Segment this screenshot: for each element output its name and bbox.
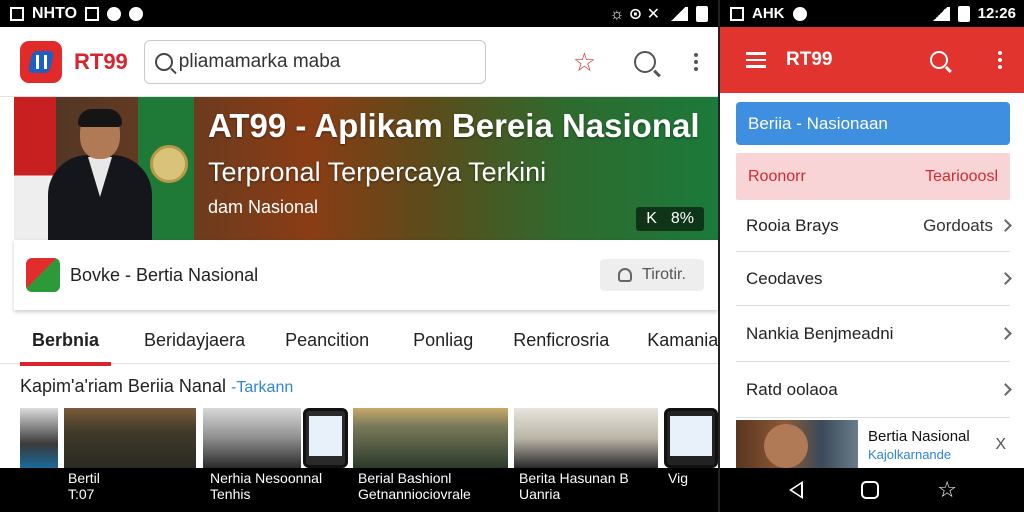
source-logo-icon [26, 258, 60, 292]
thumb-caption-2: Berial Bashionl Getnanniociovrale [358, 470, 471, 502]
image-notification-icon [730, 6, 744, 21]
thumb-caption-1: Nerhia Nesoonnal Tenhis [210, 470, 323, 502]
chevron-right-icon [999, 219, 1012, 232]
app-header: RT99 pliamamarka maba ☆ [0, 27, 718, 97]
news-card-image [736, 420, 858, 468]
tab-1[interactable]: Beridayjaera [144, 330, 245, 351]
menu-item-highlight[interactable]: Roonorr Teariooosl [736, 153, 1010, 200]
favorite-star-icon[interactable]: ☆ [573, 49, 596, 75]
search-icon [154, 52, 173, 71]
thumb-caption-0: Bertil T:07 [68, 470, 100, 502]
news-card-title: Bertia Nasional [868, 428, 970, 445]
source-card[interactable]: Bovke - Bertia Nasional Tirotir. [14, 240, 718, 310]
right-phone-screen: AHK 12:26 RT99 Beriia - Nasionaan Roonor… [718, 0, 1024, 512]
banner-caption: dam Nasional [208, 197, 319, 217]
news-thumb-2[interactable] [203, 408, 301, 468]
section-heading: Kapim'a'riam Beriia Nanal -Tarkann [20, 376, 293, 397]
home-icon[interactable] [861, 481, 880, 499]
menu-item-3[interactable]: Ratd oolaoa [736, 362, 1012, 418]
search-input[interactable]: pliamamarka maba [143, 39, 486, 84]
status-bar-right: AHK 12:26 [720, 0, 1024, 27]
status-time: 12:26 [977, 5, 1016, 22]
status-left-text: AHK [752, 5, 785, 22]
image-notification-icon [10, 6, 24, 21]
battery-icon [957, 5, 970, 22]
app-header-right: RT99 [720, 27, 1024, 93]
menu-item-selected[interactable]: Beriia - Nasionaan [736, 102, 1010, 145]
battery-icon [696, 5, 708, 22]
system-nav-bar: ☆ [720, 468, 1024, 512]
browser-icon [129, 6, 144, 21]
user-icon [618, 268, 633, 282]
back-icon[interactable] [789, 481, 804, 499]
tab-2[interactable]: Peancition [285, 330, 369, 351]
section-accent-link[interactable]: -Tarkann [231, 379, 293, 396]
gallery-icon [85, 6, 100, 21]
app-brand: RT99 [74, 48, 128, 74]
more-options-icon[interactable] [998, 51, 1002, 69]
settings-icon [107, 6, 122, 21]
menu-icon[interactable] [746, 52, 766, 68]
follow-button-label: Tirotir. [642, 266, 686, 283]
status-left-text: NHTO [32, 4, 78, 22]
highlight-right: Teariooosl [925, 167, 998, 185]
banner-subtitle: Terpronal Terpercaya Terkini [208, 157, 547, 187]
search-value: pliamamarka maba [178, 50, 341, 72]
left-phone-screen: NHTO ☼ ⊙ ✕ RT99 pliamamarka maba ☆ AT99 … [0, 0, 718, 512]
status-glyphs: ☼ ⊙ ✕ [609, 5, 660, 23]
speaker-photo [48, 109, 152, 240]
news-thumb-4[interactable] [514, 408, 658, 468]
wifi-icon [668, 6, 688, 21]
tab-4[interactable]: Renficrosria [513, 330, 609, 351]
hero-banner[interactable]: AT99 - Aplikam Bereia Nasional Terpronal… [14, 97, 718, 240]
thumb-caption-4: Vig [668, 470, 688, 486]
news-thumb-phone-2[interactable] [664, 408, 718, 468]
tab-3[interactable]: Ponliag [413, 330, 473, 351]
menu-item-2[interactable]: Nankia Benjmeadni [736, 306, 1012, 362]
tab-5[interactable]: Kamanian [647, 330, 718, 351]
app-brand: RT99 [786, 49, 833, 70]
source-title: Bovke - Bertia Nasional [70, 264, 259, 285]
section-title: Kapim'a'riam Beriia Nanal [20, 376, 226, 396]
mini-news-card[interactable]: Bertia Nasional Kajolkarnande X [736, 420, 1010, 468]
banner-chip[interactable]: K 8% [636, 207, 704, 231]
tab-0[interactable]: Berbnia [19, 330, 112, 366]
menu-item-0[interactable]: Rooia Brays Gordoats [736, 200, 1012, 252]
status-bar: NHTO ☼ ⊙ ✕ [0, 0, 718, 27]
menu-item-1[interactable]: Ceodaves [736, 252, 1012, 306]
chevron-right-icon [999, 383, 1012, 396]
chevron-right-icon [999, 272, 1012, 285]
banner-title: AT99 - Aplikam Bereia Nasional [208, 107, 700, 144]
news-thumb-phone[interactable] [303, 408, 348, 468]
chip-right: 8% [670, 210, 694, 227]
search-button-icon[interactable] [634, 50, 656, 73]
star-icon[interactable]: ☆ [937, 479, 957, 501]
thumb-caption-3: Berita Hasunan B Uanria [519, 470, 629, 502]
more-options-icon[interactable] [694, 52, 698, 71]
alarm-icon [792, 6, 807, 21]
news-card-subtitle: Kajolkarnande [868, 447, 952, 462]
chip-left: K [646, 210, 657, 227]
highlight-left: Roonorr [748, 167, 806, 185]
category-tabs: Berbnia Beridayjaera Peancition Ponliag … [0, 318, 718, 366]
follow-button[interactable]: Tirotir. [600, 259, 704, 291]
search-icon[interactable] [930, 51, 948, 69]
chevron-right-icon [999, 327, 1012, 340]
news-thumb-0[interactable] [20, 408, 58, 468]
close-icon[interactable]: X [995, 436, 1006, 454]
app-logo[interactable] [20, 40, 62, 83]
news-thumb-3[interactable] [353, 408, 508, 468]
news-thumb-1[interactable] [64, 408, 196, 468]
signal-icon [929, 6, 950, 21]
news-thumbnails [0, 408, 718, 468]
